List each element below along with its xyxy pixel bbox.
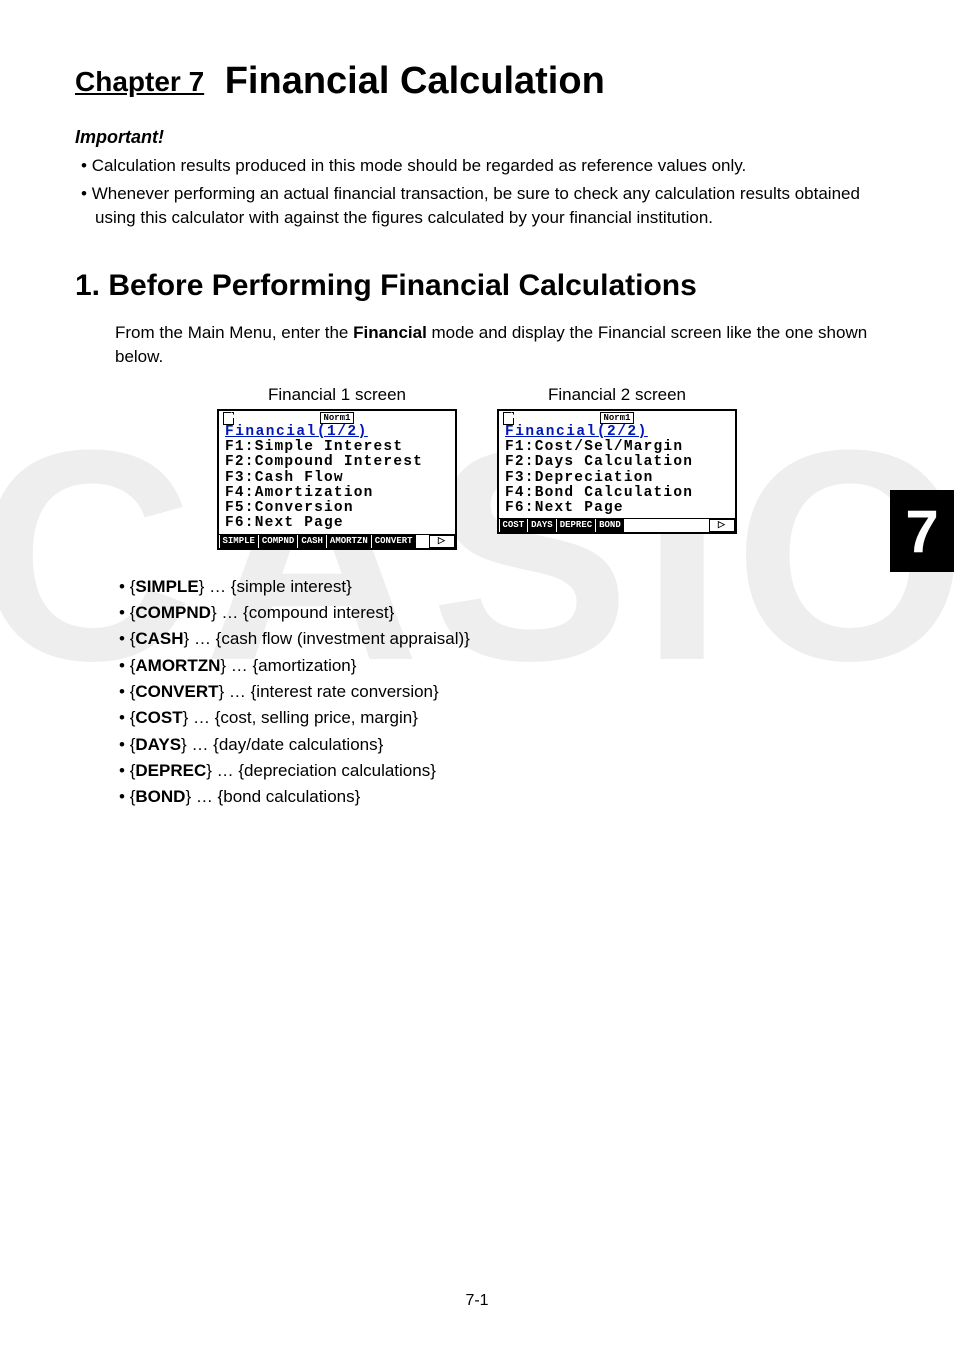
important-label: Important! xyxy=(75,127,879,148)
lcd-line: F6:Next Page xyxy=(505,501,729,516)
softkey-next-arrow-icon[interactable]: ▷ xyxy=(429,535,455,548)
chapter-heading: Chapter 7 Financial Calculation xyxy=(75,60,879,103)
lcd-line: F4:Amortization xyxy=(225,486,449,501)
lcd-title: Financial(1/2) xyxy=(225,425,449,440)
lcd-line: F6:Next Page xyxy=(225,516,449,531)
important-bullet: Calculation results produced in this mod… xyxy=(75,154,879,178)
function-item: {DAYS} … {day/date calculations} xyxy=(115,732,879,758)
section-title: 1. Before Performing Financial Calculati… xyxy=(75,269,879,303)
screen-caption: Financial 2 screen xyxy=(497,385,737,405)
function-item: {COST} … {cost, selling price, margin} xyxy=(115,705,879,731)
lcd-line: F5:Conversion xyxy=(225,501,449,516)
function-item: {CASH} … {cash flow (investment appraisa… xyxy=(115,626,879,652)
function-item: {BOND} … {bond calculations} xyxy=(115,784,879,810)
softkey-deprec[interactable]: DEPREC xyxy=(557,519,595,532)
function-item: {AMORTZN} … {amortization} xyxy=(115,653,879,679)
calculator-screen-1: Financial 1 screen Norm1 Financial(1/2) … xyxy=(217,385,457,550)
function-item: {DEPREC} … {depreciation calculations} xyxy=(115,758,879,784)
document-icon xyxy=(503,412,514,425)
softkey-amortzn[interactable]: AMORTZN xyxy=(327,535,371,548)
softkey-cash[interactable]: CASH xyxy=(298,535,326,548)
softkey-cost[interactable]: COST xyxy=(500,519,528,532)
lcd-line: F3:Cash Flow xyxy=(225,471,449,486)
softkey-row: COST DAYS DEPREC BOND ▷ xyxy=(499,518,735,532)
softkey-days[interactable]: DAYS xyxy=(528,519,556,532)
norm-badge: Norm1 xyxy=(320,412,353,424)
lcd-line: F1:Cost/Sel/Margin xyxy=(505,440,729,455)
chapter-title-text: Financial Calculation xyxy=(225,60,605,102)
lcd-line: F1:Simple Interest xyxy=(225,440,449,455)
softkey-bond[interactable]: BOND xyxy=(596,519,624,532)
function-item: {CONVERT} … {interest rate conversion} xyxy=(115,679,879,705)
norm-badge: Norm1 xyxy=(600,412,633,424)
chapter-prefix: Chapter 7 xyxy=(75,66,204,97)
function-list: {SIMPLE} … {simple interest}{COMPND} … {… xyxy=(115,574,879,811)
softkey-compnd[interactable]: COMPND xyxy=(259,535,297,548)
lcd-line: F2:Days Calculation xyxy=(505,455,729,470)
intro-pre: From the Main Menu, enter the xyxy=(115,323,353,342)
important-bullet: Whenever performing an actual financial … xyxy=(75,182,879,230)
screen-caption: Financial 1 screen xyxy=(217,385,457,405)
softkey-row: SIMPLE COMPND CASH AMORTZN CONVERT ▷ xyxy=(219,534,455,548)
calculator-screen-2: Financial 2 screen Norm1 Financial(2/2) … xyxy=(497,385,737,550)
page-number: 7-1 xyxy=(0,1292,954,1310)
intro-paragraph: From the Main Menu, enter the Financial … xyxy=(115,321,879,369)
lcd-title: Financial(2/2) xyxy=(505,425,729,440)
chapter-tab: 7 xyxy=(890,490,954,572)
lcd-display: Norm1 Financial(1/2) F1:Simple Interest … xyxy=(217,409,457,550)
important-bullets: Calculation results produced in this mod… xyxy=(75,154,879,229)
intro-bold: Financial xyxy=(353,323,427,342)
lcd-display: Norm1 Financial(2/2) F1:Cost/Sel/Margin … xyxy=(497,409,737,534)
lcd-line: F2:Compound Interest xyxy=(225,455,449,470)
function-item: {SIMPLE} … {simple interest} xyxy=(115,574,879,600)
document-icon xyxy=(223,412,234,425)
lcd-line: F4:Bond Calculation xyxy=(505,486,729,501)
function-item: {COMPND} … {compound interest} xyxy=(115,600,879,626)
softkey-convert[interactable]: CONVERT xyxy=(372,535,416,548)
softkey-simple[interactable]: SIMPLE xyxy=(220,535,258,548)
softkey-next-arrow-icon[interactable]: ▷ xyxy=(709,519,735,532)
lcd-line: F3:Depreciation xyxy=(505,471,729,486)
